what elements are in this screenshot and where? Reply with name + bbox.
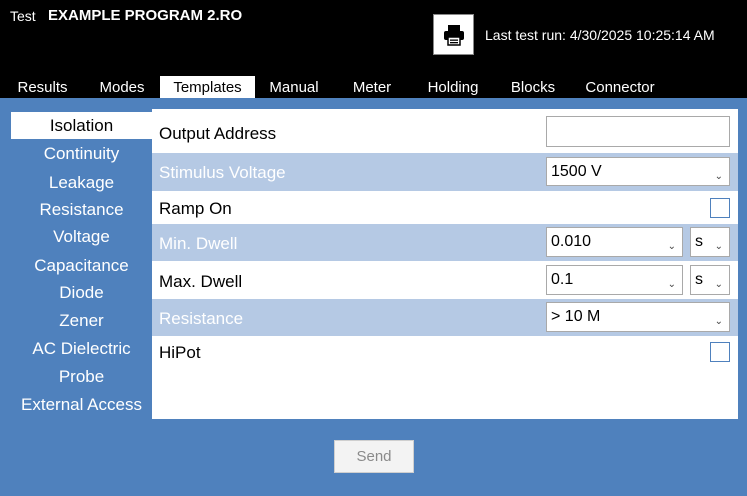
- sidebar-item-external-access[interactable]: External Access: [11, 391, 152, 418]
- isolation-form: Output Address Stimulus Voltage 1500 V ⌄…: [152, 109, 738, 419]
- row-hipot: HiPot: [152, 336, 738, 368]
- chevron-down-icon: ⌄: [714, 316, 723, 327]
- row-output-address: Output Address: [152, 114, 738, 152]
- chevron-down-icon: ⌄: [714, 171, 723, 182]
- test-label: Test: [10, 8, 36, 24]
- sidebar-item-voltage[interactable]: Voltage: [11, 223, 152, 250]
- row-ramp-on: Ramp On: [152, 192, 738, 224]
- max-dwell-unit-select[interactable]: s ⌄: [690, 265, 730, 295]
- printer-icon: [443, 24, 464, 46]
- chevron-down-icon: ⌄: [714, 279, 723, 290]
- stimulus-voltage-value: 1500 V: [551, 163, 602, 180]
- stimulus-voltage-label: Stimulus Voltage: [159, 163, 286, 182]
- tab-blocks[interactable]: Blocks: [498, 76, 568, 98]
- hipot-label: HiPot: [159, 343, 201, 362]
- output-address-input[interactable]: [546, 116, 730, 147]
- stimulus-voltage-select[interactable]: 1500 V ⌄: [546, 157, 730, 186]
- sidebar-item-diode[interactable]: Diode: [11, 279, 152, 306]
- sidebar-item-zener[interactable]: Zener: [11, 307, 152, 334]
- sidebar-item-continuity[interactable]: Continuity: [11, 140, 152, 167]
- row-max-dwell: Max. Dwell 0.1 ⌄ s ⌄: [152, 261, 738, 299]
- chevron-down-icon: ⌄: [714, 241, 723, 252]
- tab-meter[interactable]: Meter: [336, 76, 408, 98]
- last-test-run: Last test run: 4/30/2025 10:25:14 AM: [485, 27, 715, 43]
- hipot-checkbox[interactable]: [710, 342, 730, 362]
- tab-connector[interactable]: Connector: [574, 76, 666, 98]
- chevron-down-icon: ⌄: [667, 279, 676, 290]
- max-dwell-unit: s: [695, 271, 703, 288]
- ramp-on-checkbox[interactable]: [710, 198, 730, 218]
- ramp-on-label: Ramp On: [159, 199, 232, 218]
- resistance-label: Resistance: [159, 309, 244, 328]
- min-dwell-label: Min. Dwell: [159, 234, 238, 253]
- chevron-down-icon: ⌄: [667, 241, 676, 252]
- tab-holding[interactable]: Holding: [414, 76, 492, 98]
- sidebar-item-isolation[interactable]: Isolation: [11, 112, 152, 139]
- max-dwell-value: 0.1: [551, 271, 574, 288]
- row-stimulus-voltage: Stimulus Voltage 1500 V ⌄: [152, 153, 738, 191]
- sidebar-item-resistance[interactable]: Resistance: [11, 196, 152, 223]
- sidebar-item-capacitance[interactable]: Capacitance: [11, 252, 152, 279]
- row-resistance: Resistance > 10 M ⌄: [152, 299, 738, 336]
- row-min-dwell: Min. Dwell 0.010 ⌄ s ⌄: [152, 224, 738, 261]
- tab-modes[interactable]: Modes: [86, 76, 158, 98]
- tab-manual[interactable]: Manual: [258, 76, 330, 98]
- output-address-label: Output Address: [159, 124, 277, 143]
- max-dwell-label: Max. Dwell: [159, 272, 243, 291]
- tab-templates[interactable]: Templates: [160, 76, 255, 98]
- min-dwell-select[interactable]: 0.010 ⌄: [546, 227, 683, 257]
- print-button[interactable]: [433, 14, 474, 55]
- min-dwell-unit-select[interactable]: s ⌄: [690, 227, 730, 257]
- sidebar-item-ac-dielectric[interactable]: AC Dielectric: [11, 335, 152, 362]
- tab-bar: Results Modes Templates Manual Meter Hol…: [0, 76, 747, 98]
- sidebar-item-leakage[interactable]: Leakage: [11, 169, 152, 196]
- resistance-select[interactable]: > 10 M ⌄: [546, 302, 730, 332]
- min-dwell-unit: s: [695, 233, 703, 250]
- sidebar-item-probe[interactable]: Probe: [11, 363, 152, 390]
- program-name: EXAMPLE PROGRAM 2.RO: [48, 7, 243, 24]
- app-header: Test EXAMPLE PROGRAM 2.RO Last test run:…: [0, 0, 747, 76]
- min-dwell-value: 0.010: [551, 233, 592, 250]
- send-button[interactable]: Send: [334, 440, 414, 473]
- resistance-value: > 10 M: [551, 308, 601, 325]
- tab-results[interactable]: Results: [4, 76, 81, 98]
- max-dwell-select[interactable]: 0.1 ⌄: [546, 265, 683, 295]
